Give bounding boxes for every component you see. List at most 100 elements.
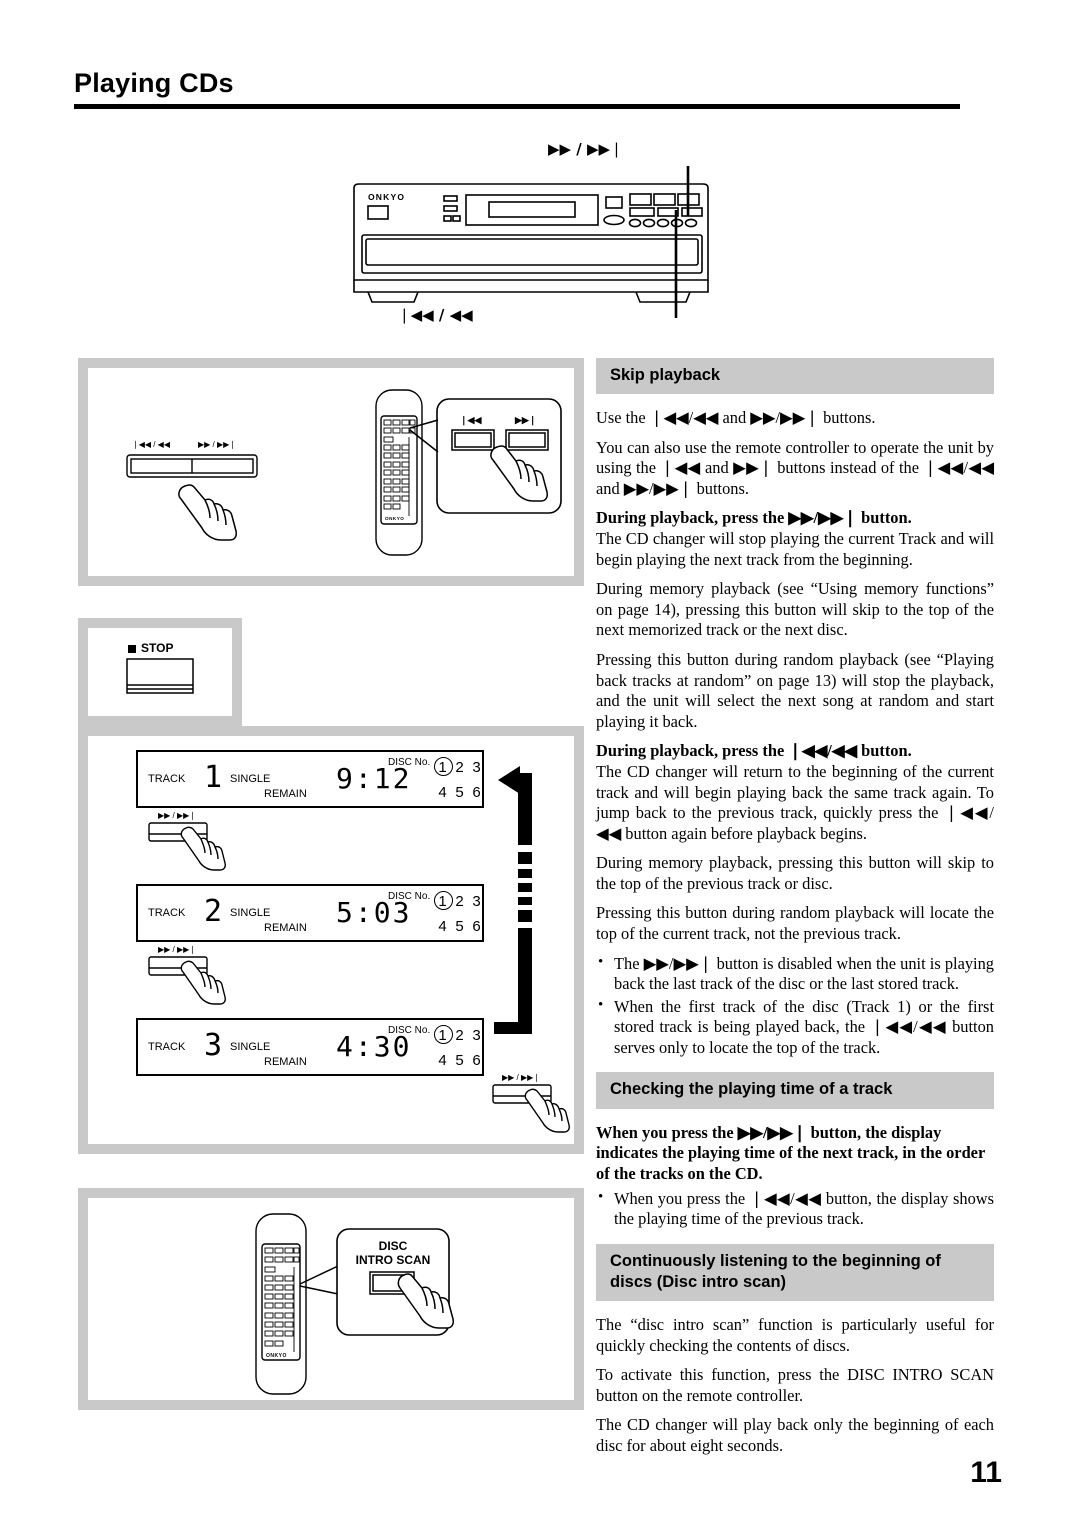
unit-skip-prev-label: ❘◀◀ / ◀◀: [132, 440, 170, 449]
paragraph: You can also use the remote controller t…: [596, 437, 994, 498]
disc-intro-scan-label-line2: INTRO SCAN: [355, 1252, 431, 1267]
remain-indicator: REMAIN: [264, 922, 307, 934]
paragraph: During memory playback (see “Using memor…: [596, 579, 994, 640]
remote-brand-label: ONKYO: [266, 1353, 287, 1359]
disc-indicator-6: 6: [472, 918, 481, 935]
stop-button-label: STOP: [141, 641, 174, 655]
callout-label-prev: ❘◀◀ / ◀◀: [398, 306, 473, 324]
disc-indicator-2: 2: [455, 893, 464, 910]
skip-next-button[interactable]: ▶▶ / ▶▶❘: [148, 945, 226, 1005]
disc-indicator-6: 6: [472, 1052, 481, 1069]
lead-instruction: During playback, press the ▶▶/▶▶❘ button…: [596, 508, 912, 528]
instructions-column: Skip playback Use the ❘◀◀/◀◀ and ▶▶/▶▶❘ …: [596, 358, 994, 1465]
manual-page: Playing CDs ▶▶ / ▶▶❘ ❘◀◀ / ◀◀ ONKYO ❘◀◀ …: [0, 0, 1080, 1528]
note-list: The ▶▶/▶▶❘ button is disabled when the u…: [596, 953, 994, 1059]
pointing-hand-icon: [524, 1088, 570, 1133]
track-number: 1: [204, 760, 223, 795]
loop-back-arrow-icon: [494, 766, 532, 1034]
callout-leader-lines: [409, 419, 439, 453]
disc-no-label: DISC No.: [388, 891, 431, 902]
disc-indicator-5: 5: [455, 918, 464, 935]
disc-intro-scan-label: DISC INTRO SCAN: [336, 1239, 450, 1268]
callout-leader-lines: [299, 1265, 339, 1295]
cd-changer-drawing: ONKYO: [353, 166, 709, 318]
paragraph: The CD changer will play back only the b…: [596, 1415, 994, 1455]
disc-indicator-6: 6: [472, 784, 481, 801]
disc-indicator-5: 5: [455, 1052, 464, 1069]
track-label: TRACK: [148, 1041, 186, 1053]
list-item: When you press the ❘◀◀/◀◀ button, the di…: [596, 1188, 994, 1230]
display-panel: TRACK 1 SINGLE REMAIN 9:12 DISC No. 1 2 34…: [136, 750, 484, 808]
section-heading-checking-playing-time: Checking the playing time of a track: [596, 1072, 994, 1109]
remote-brand-label: ONKYO: [385, 516, 404, 521]
remote-controller-drawing: ONKYO: [255, 1213, 307, 1395]
title-divider: [74, 104, 960, 109]
page-number: 11: [970, 1456, 1002, 1489]
callout-label-next: ▶▶ / ▶▶❘: [548, 140, 623, 158]
paragraph: The “disc intro scan” function is partic…: [596, 1314, 994, 1355]
disc-number-indicators: 1 2 3 4 5 6: [434, 755, 486, 805]
stop-square-icon: [128, 645, 136, 653]
paragraph: The CD changer will stop playing the cur…: [596, 529, 994, 569]
paragraph: Pressing this button during random playb…: [596, 649, 994, 731]
disc-indicator-4: 4: [438, 1052, 447, 1069]
disc-no-label: DISC No.: [388, 757, 431, 768]
figure-skip-buttons: ❘◀◀ / ◀◀ ▶▶ / ▶▶❘ ONKYO ❘◀◀ ▶▶❘: [78, 358, 584, 586]
unit-skip-next-label: ▶▶ / ▶▶❘: [198, 440, 236, 449]
track-number: 3: [204, 1028, 223, 1063]
list-item: The ▶▶/▶▶❘ button is disabled when the u…: [596, 953, 994, 995]
track-label: TRACK: [148, 773, 186, 785]
unit-skip-button-drawing: [126, 454, 258, 478]
display-panel: TRACK 2 SINGLE REMAIN 5:03 DISC No. 1 2 34…: [136, 884, 484, 942]
figure-disc-intro-scan: ONKYO DISC INTRO SCAN: [78, 1188, 584, 1410]
remain-indicator: REMAIN: [264, 788, 307, 800]
disc-indicator-4: 4: [438, 784, 447, 801]
disc-number-indicators: 1 2 3 4 5 6: [434, 889, 486, 939]
lead-instruction: During playback, press the ❘◀◀/◀◀ button…: [596, 741, 912, 761]
paragraph: During memory playback, pressing this bu…: [596, 853, 994, 893]
skip-next-button[interactable]: ▶▶ / ▶▶❘: [492, 1073, 570, 1133]
remain-indicator: REMAIN: [264, 1056, 307, 1068]
skip-next-button-label: ▶▶ / ▶▶❘: [158, 811, 196, 820]
section-heading-disc-intro-scan: Continuously listening to the beginning …: [596, 1243, 994, 1301]
figure-stop-button: STOP: [78, 618, 242, 726]
disc-indicator-1: 1: [434, 889, 453, 914]
lead-instruction: When you press the ▶▶/▶▶❘ button, the di…: [596, 1122, 985, 1183]
disc-indicator-4: 4: [438, 918, 447, 935]
svg-text:ONKYO: ONKYO: [368, 192, 405, 202]
note-list: When you press the ❘◀◀/◀◀ button, the di…: [596, 1188, 994, 1230]
list-item: When the first track of the disc (Track …: [596, 996, 994, 1059]
disc-intro-scan-callout: DISC INTRO SCAN: [336, 1228, 454, 1341]
disc-indicator-1: 1: [434, 1023, 453, 1048]
skip-next-button[interactable]: ▶▶ / ▶▶❘: [148, 811, 226, 871]
disc-indicator-1: 1: [434, 755, 453, 780]
figure-display-sequence: TRACK 1 SINGLE REMAIN 9:12 DISC No. 1 2 34…: [78, 726, 584, 1154]
track-number: 2: [204, 894, 223, 929]
pointing-hand-icon: [490, 445, 548, 502]
skip-next-button-label: ▶▶ / ▶▶❘: [158, 945, 196, 954]
remote-next-button-label: ▶▶❘: [515, 415, 537, 425]
disc-indicator-2: 2: [455, 759, 464, 776]
pointing-hand-icon: [178, 484, 237, 541]
disc-number-indicators: 1 2 3 4 5 6: [434, 1023, 486, 1073]
display-panel: TRACK 3 SINGLE REMAIN 4:30 DISC No. 1 2 34…: [136, 1018, 484, 1076]
disc-indicator-5: 5: [455, 784, 464, 801]
skip-next-button-label: ▶▶ / ▶▶❘: [502, 1073, 540, 1082]
pointing-hand-icon: [397, 1273, 454, 1329]
paragraph: Pressing this button during random playb…: [596, 903, 994, 944]
disc-indicator-3: 3: [472, 1027, 481, 1044]
paragraph: To activate this function, press the DIS…: [596, 1365, 994, 1405]
cd-changer-illustration: ▶▶ / ▶▶❘ ❘◀◀ / ◀◀ ONKYO: [336, 140, 740, 340]
page-title: Playing CDs: [74, 68, 234, 98]
stop-button-drawing: [126, 658, 194, 694]
disc-indicator-3: 3: [472, 893, 481, 910]
single-indicator: SINGLE: [230, 907, 271, 919]
single-indicator: SINGLE: [230, 1041, 271, 1053]
pointing-hand-icon: [180, 960, 226, 1005]
section-heading-skip-playback: Skip playback: [596, 358, 994, 395]
disc-no-label: DISC No.: [388, 1025, 431, 1036]
single-indicator: SINGLE: [230, 773, 271, 785]
paragraph: Use the ❘◀◀/◀◀ and ▶▶/▶▶❘ buttons.: [596, 408, 876, 428]
